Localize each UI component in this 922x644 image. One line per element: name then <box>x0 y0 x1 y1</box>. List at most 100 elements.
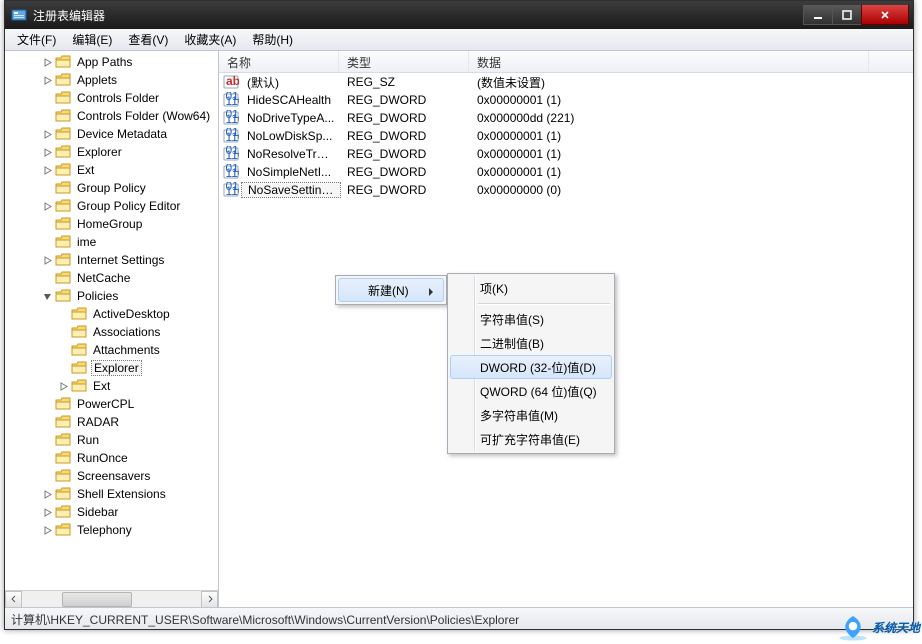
minimize-button[interactable] <box>803 5 833 25</box>
tree-item[interactable]: Group Policy Editor <box>5 197 218 215</box>
scroll-left-button[interactable] <box>5 591 22 608</box>
expander-icon[interactable] <box>41 92 53 104</box>
tree-item[interactable]: PowerCPL <box>5 395 218 413</box>
expander-icon[interactable] <box>41 416 53 428</box>
expander-icon[interactable] <box>41 128 53 140</box>
tree-item-label: Controls Folder <box>75 91 161 105</box>
submenu-item[interactable]: 项(K) <box>450 276 612 300</box>
expander-icon[interactable] <box>41 146 53 158</box>
submenu-item[interactable]: DWORD (32-位)值(D) <box>450 355 612 379</box>
tree-item-label: ActiveDesktop <box>91 307 172 321</box>
expander-icon[interactable] <box>57 326 69 338</box>
tree-item[interactable]: Associations <box>5 323 218 341</box>
expander-icon[interactable] <box>57 344 69 356</box>
tree-item[interactable]: Applets <box>5 71 218 89</box>
submenu-item[interactable]: 二进制值(B) <box>450 331 612 355</box>
close-button[interactable] <box>861 5 909 25</box>
list-header[interactable]: 名称 类型 数据 <box>219 51 913 73</box>
expander-icon[interactable] <box>41 470 53 482</box>
tree-item[interactable]: Group Policy <box>5 179 218 197</box>
tree-item[interactable]: Ext <box>5 377 218 395</box>
tree-item[interactable]: ActiveDesktop <box>5 305 218 323</box>
expander-icon[interactable] <box>57 308 69 320</box>
maximize-button[interactable] <box>832 5 862 25</box>
scroll-thumb[interactable] <box>62 592 132 607</box>
expander-icon[interactable] <box>41 182 53 194</box>
list-row[interactable]: 011110NoResolveTrackREG_DWORD0x00000001 … <box>219 145 913 163</box>
expander-icon[interactable] <box>41 272 53 284</box>
list-row[interactable]: 011110NoDriveTypeA...REG_DWORD0x000000dd… <box>219 109 913 127</box>
expander-icon[interactable] <box>41 254 53 266</box>
tree-item[interactable]: Ext <box>5 161 218 179</box>
tree-item[interactable]: NetCache <box>5 269 218 287</box>
submenu-item[interactable]: 可扩充字符串值(E) <box>450 427 612 451</box>
expander-icon[interactable] <box>41 488 53 500</box>
expander-icon[interactable] <box>41 290 53 302</box>
menu-favorites[interactable]: 收藏夹(A) <box>176 29 244 50</box>
list-row[interactable]: 011110NoSaveSettingsREG_DWORD0x00000000 … <box>219 181 913 199</box>
value-list[interactable]: ab(默认)REG_SZ(数值未设置)011110HideSCAHealthRE… <box>219 73 913 199</box>
tree-item[interactable]: Attachments <box>5 341 218 359</box>
tree-item[interactable]: Internet Settings <box>5 251 218 269</box>
tree-item[interactable]: Device Metadata <box>5 125 218 143</box>
expander-icon[interactable] <box>41 56 53 68</box>
folder-icon <box>55 253 71 267</box>
context-menu[interactable]: 新建(N) <box>335 275 447 305</box>
tree-item[interactable]: Explorer <box>5 143 218 161</box>
tree-item[interactable]: RADAR <box>5 413 218 431</box>
scroll-track[interactable] <box>22 591 201 608</box>
tree-item[interactable]: App Paths <box>5 53 218 71</box>
expander-icon[interactable] <box>41 74 53 86</box>
tree-item[interactable]: Screensavers <box>5 467 218 485</box>
menu-view[interactable]: 查看(V) <box>120 29 176 50</box>
tree-item[interactable]: Controls Folder <box>5 89 218 107</box>
list-row[interactable]: 011110NoLowDiskSp...REG_DWORD0x00000001 … <box>219 127 913 145</box>
expander-icon[interactable] <box>41 200 53 212</box>
tree-item[interactable]: HomeGroup <box>5 215 218 233</box>
context-menu-new[interactable]: 新建(N) <box>338 278 444 302</box>
menu-help[interactable]: 帮助(H) <box>244 29 301 50</box>
folder-icon <box>55 271 71 285</box>
tree-item[interactable]: Sidebar <box>5 503 218 521</box>
list-row[interactable]: 011110HideSCAHealthREG_DWORD0x00000001 (… <box>219 91 913 109</box>
expander-icon[interactable] <box>41 506 53 518</box>
column-type[interactable]: 类型 <box>339 51 469 72</box>
expander-icon[interactable] <box>41 398 53 410</box>
tree-item[interactable]: Controls Folder (Wow64) <box>5 107 218 125</box>
value-data: 0x00000001 (1) <box>471 93 871 107</box>
titlebar[interactable]: 注册表编辑器 <box>5 1 913 29</box>
menu-edit[interactable]: 编辑(E) <box>64 29 120 50</box>
submenu-item[interactable]: 多字符串值(M) <box>450 403 612 427</box>
tree-item-label: Explorer <box>91 360 142 376</box>
tree-item-label: RADAR <box>75 415 121 429</box>
submenu-item[interactable]: QWORD (64 位)值(Q) <box>450 379 612 403</box>
expander-icon[interactable] <box>57 362 69 374</box>
submenu-item[interactable]: 字符串值(S) <box>450 307 612 331</box>
expander-icon[interactable] <box>41 218 53 230</box>
folder-icon <box>55 469 71 483</box>
key-tree[interactable]: App PathsApplets Controls Folder Controls … <box>5 51 218 589</box>
expander-icon[interactable] <box>41 236 53 248</box>
expander-icon[interactable] <box>41 110 53 122</box>
tree-item-label: Sidebar <box>75 505 120 519</box>
tree-item[interactable]: Explorer <box>5 359 218 377</box>
tree-item[interactable]: Shell Extensions <box>5 485 218 503</box>
expander-icon[interactable] <box>41 524 53 536</box>
expander-icon[interactable] <box>41 164 53 176</box>
menu-file[interactable]: 文件(F) <box>9 29 64 50</box>
tree-scrollbar[interactable] <box>5 590 218 607</box>
list-row[interactable]: ab(默认)REG_SZ(数值未设置) <box>219 73 913 91</box>
column-name[interactable]: 名称 <box>219 51 339 72</box>
scroll-right-button[interactable] <box>201 591 218 608</box>
tree-item[interactable]: Telephony <box>5 521 218 539</box>
tree-item[interactable]: ime <box>5 233 218 251</box>
tree-item[interactable]: Run <box>5 431 218 449</box>
tree-item[interactable]: Policies <box>5 287 218 305</box>
expander-icon[interactable] <box>57 380 69 392</box>
expander-icon[interactable] <box>41 452 53 464</box>
list-row[interactable]: 011110NoSimpleNetI...REG_DWORD0x00000001… <box>219 163 913 181</box>
new-submenu[interactable]: 项(K) 字符串值(S)二进制值(B)DWORD (32-位)值(D)QWORD … <box>447 273 615 454</box>
expander-icon[interactable] <box>41 434 53 446</box>
column-data[interactable]: 数据 <box>469 51 869 72</box>
tree-item[interactable]: RunOnce <box>5 449 218 467</box>
